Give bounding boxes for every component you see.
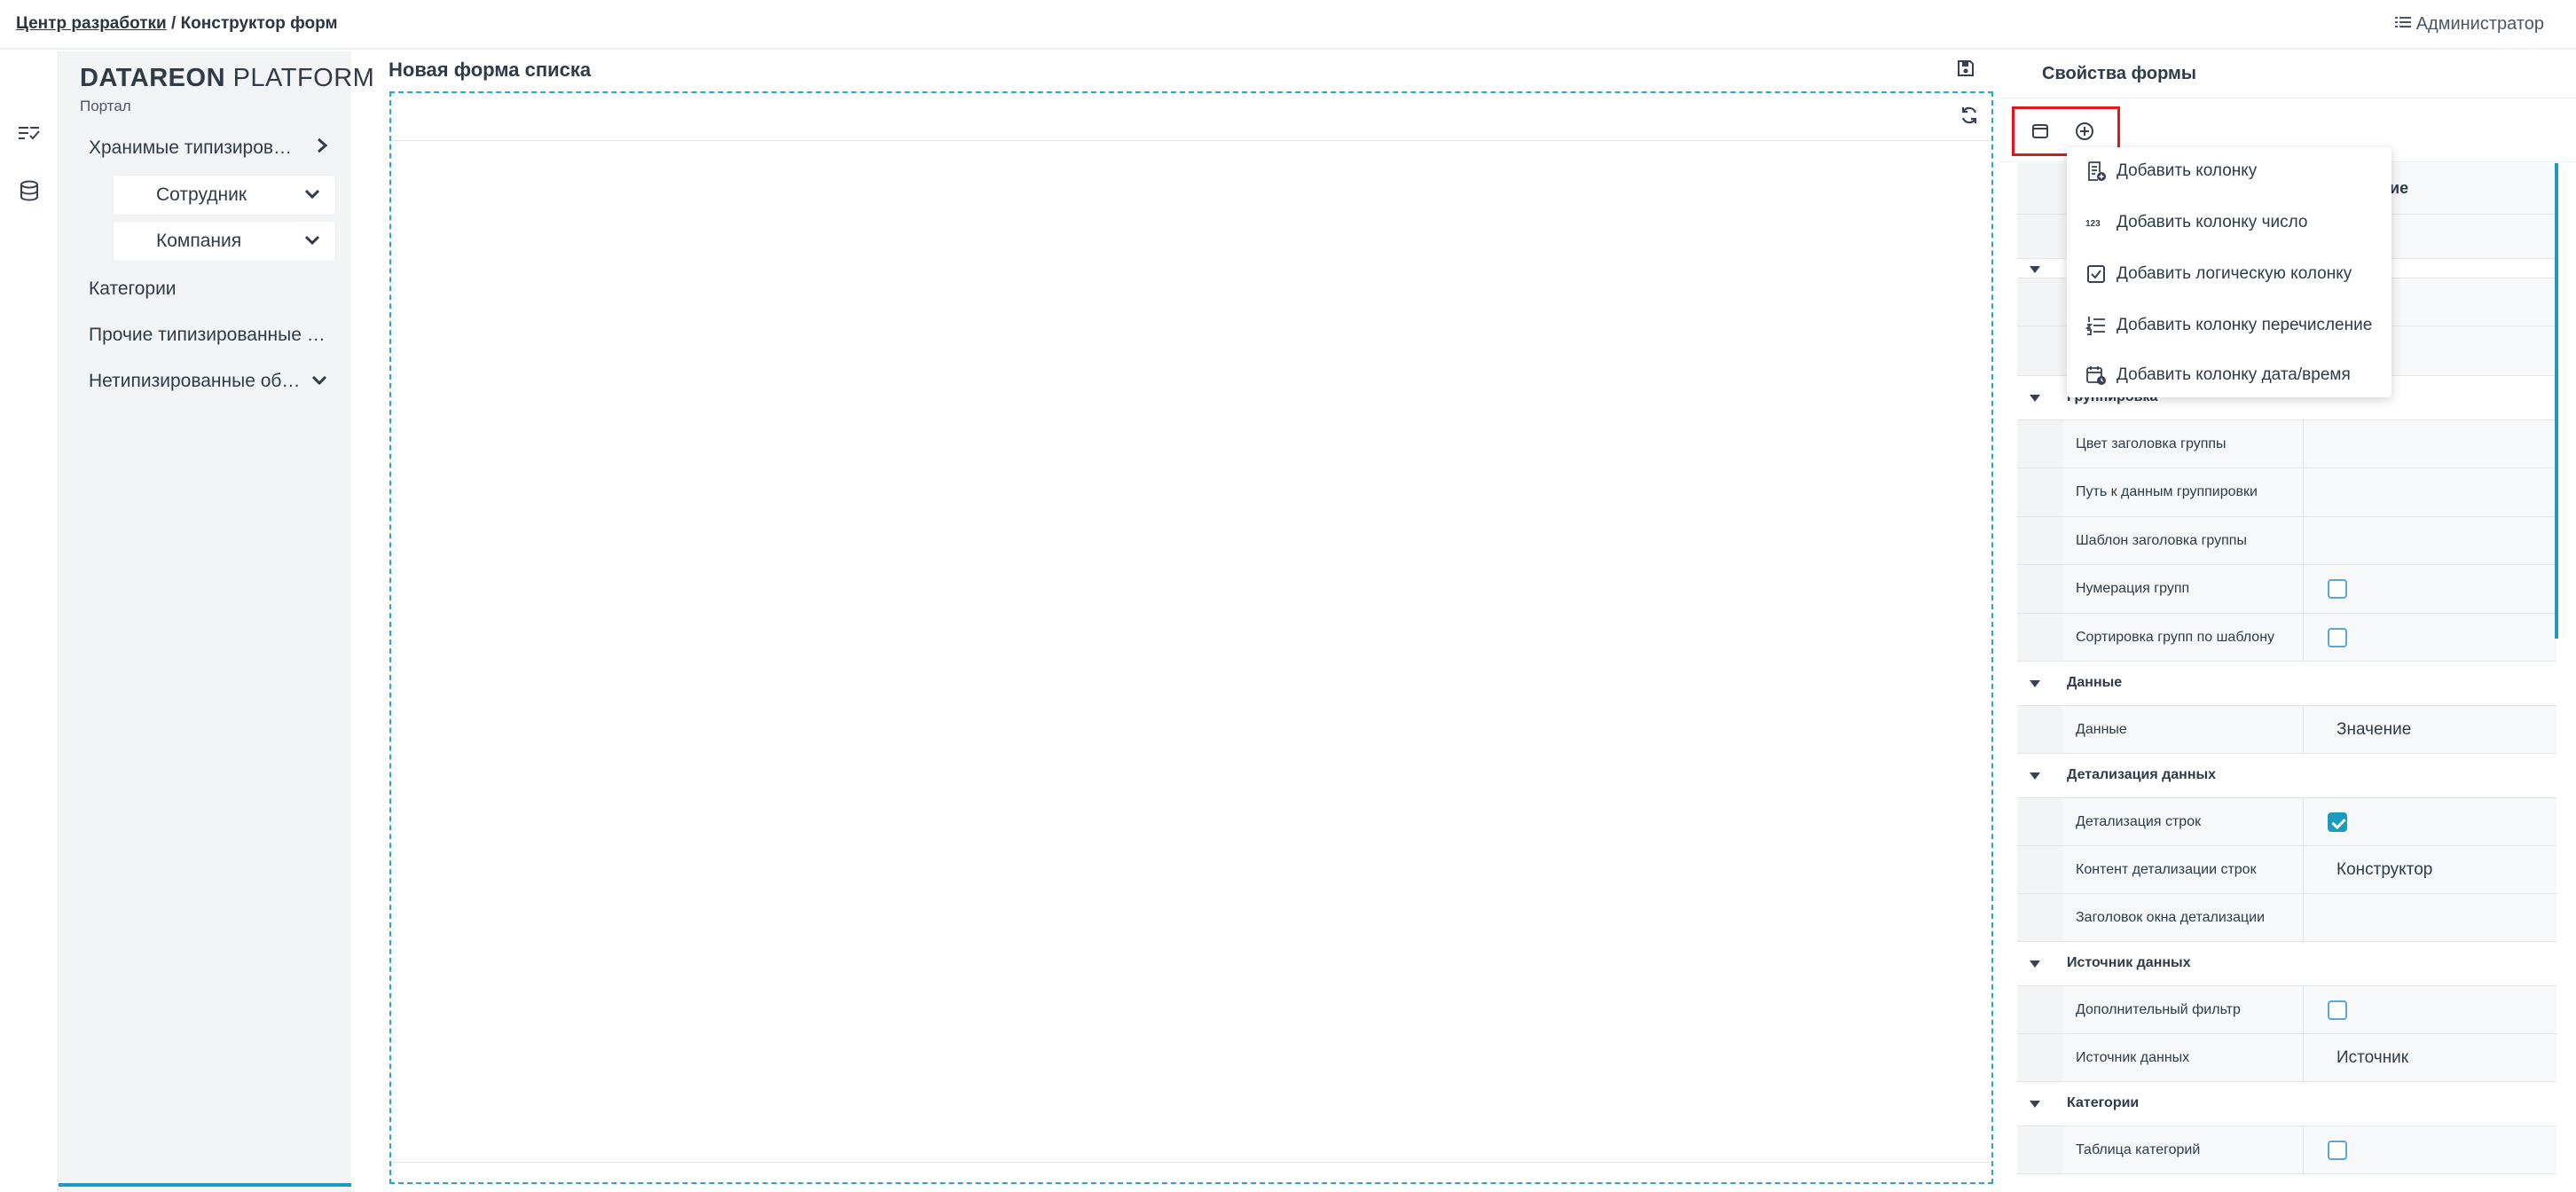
checkbox-icon [2085, 263, 2108, 286]
save-icon [1957, 59, 1975, 82]
category-data-detail: Детализация данных [2017, 754, 2556, 798]
group-numbering-checkbox[interactable] [2328, 579, 2347, 599]
canvas-toolbar [391, 93, 1991, 141]
chevron-down-icon [303, 184, 321, 206]
chevron-right-icon [316, 137, 328, 160]
row-detail-checkbox[interactable] [2328, 812, 2347, 832]
database-icon [20, 180, 39, 206]
collapse-caret-icon[interactable] [2030, 961, 2040, 968]
prop-group-header-template[interactable]: Шаблон заголовка группы [2017, 517, 2556, 565]
icon-rail [0, 51, 59, 1192]
row-detail-content-value: Конструктор [2336, 860, 2433, 879]
add-column-icon [2085, 160, 2108, 183]
user-name: Администратор [2415, 14, 2544, 34]
nav-item-other-typed[interactable]: Прочие типизированные … [89, 325, 328, 346]
collapse-caret-icon[interactable] [2030, 266, 2040, 273]
canvas-footer-divider [391, 1162, 1991, 1163]
add-column-menu-button[interactable] [2071, 120, 2098, 146]
menu-add-number-column[interactable]: 123 Добавить колонку число [2067, 199, 2391, 247]
numbered-list-icon [2085, 314, 2108, 337]
chevron-down-icon [310, 371, 328, 392]
canvas-title: Новая форма списка [389, 59, 592, 81]
properties-scrollbar[interactable] [2555, 163, 2558, 639]
group-sort-checkbox[interactable] [2328, 628, 2347, 647]
nav-item-employee[interactable]: Сотрудник [114, 176, 335, 215]
prop-data-source[interactable]: Источник данных Источник [2017, 1034, 2556, 1082]
number-123-icon: 123 [2085, 211, 2108, 234]
form-view-button[interactable] [2027, 120, 2054, 146]
database-nav-button[interactable] [14, 177, 44, 208]
nav-item-company[interactable]: Компания [114, 222, 335, 261]
checklist-icon [18, 123, 41, 145]
collapse-caret-icon[interactable] [2030, 680, 2040, 687]
prop-group-header-color[interactable]: Цвет заголовка группы [2017, 420, 2556, 468]
nav-item-categories[interactable]: Категории [89, 278, 328, 300]
list-icon [2394, 14, 2411, 35]
prop-group-sort-by-template[interactable]: Сортировка групп по шаблону [2017, 614, 2556, 662]
menu-add-boolean-column[interactable]: Добавить логическую колонку [2067, 250, 2391, 298]
data-value: Значение [2336, 720, 2412, 739]
prop-data[interactable]: Данные Значение [2017, 706, 2556, 754]
refresh-icon [1959, 106, 1979, 129]
user-menu[interactable]: Администратор [2394, 14, 2544, 35]
category-data-source: Источник данных [2017, 942, 2556, 986]
nav-item-untyped[interactable]: Нетипизированные об… [89, 371, 328, 392]
breadcrumb: Центр разработки / Конструктор форм [16, 14, 338, 34]
collapse-caret-icon[interactable] [2030, 395, 2040, 402]
grid-header-value-col: ие [2390, 179, 2409, 197]
prop-extra-filter[interactable]: Дополнительный фильтр [2017, 986, 2556, 1034]
form-design-canvas[interactable] [389, 91, 1993, 1184]
calendar-clock-icon [2085, 364, 2108, 387]
nav-sidebar: DATAREON PLATFORM Портал Хранимые типизи… [59, 51, 374, 1192]
chevron-down-icon [303, 231, 321, 252]
add-column-menu: Добавить колонку 123 Добавить колонку чи… [2067, 147, 2391, 397]
refresh-button[interactable] [1958, 106, 1981, 129]
prop-detail-window-title[interactable]: Заголовок окна детализации [2017, 894, 2556, 942]
plus-circle-icon [2075, 122, 2094, 145]
top-bar: Центр разработки / Конструктор форм Адми… [0, 0, 2576, 50]
save-button[interactable] [1954, 59, 1977, 82]
brand-subtitle: Портал [80, 98, 131, 114]
prop-category-table[interactable]: Таблица категорий [2017, 1126, 2556, 1174]
svg-text:123: 123 [2085, 219, 2101, 229]
sidebar-bottom-accent [59, 1183, 351, 1187]
prop-row-detail-content[interactable]: Контент детализации строк Конструктор [2017, 846, 2556, 894]
prop-row-detail[interactable]: Детализация строк [2017, 798, 2556, 846]
collapse-caret-icon[interactable] [2030, 772, 2040, 780]
menu-add-datetime-column[interactable]: Добавить колонку дата/время [2067, 351, 2391, 399]
brand-logo: DATAREON PLATFORM [80, 64, 375, 92]
nav-item-stored-typed[interactable]: Хранимые типизиров… [89, 137, 328, 160]
window-icon [2031, 122, 2049, 145]
prop-group-numbering[interactable]: Нумерация групп [2017, 565, 2556, 614]
properties-title: Свойства формы [2042, 64, 2196, 83]
data-source-value: Источник [2336, 1048, 2409, 1067]
category-data: Данные [2017, 662, 2556, 706]
tasks-nav-button[interactable] [14, 119, 44, 149]
breadcrumb-link-dev-center[interactable]: Центр разработки [16, 14, 167, 33]
collapse-caret-icon[interactable] [2030, 1101, 2040, 1108]
category-table-checkbox[interactable] [2328, 1141, 2347, 1160]
prop-grouping-data-path[interactable]: Путь к данным группировки [2017, 468, 2556, 517]
breadcrumb-current: Конструктор форм [180, 14, 338, 33]
menu-add-enum-column[interactable]: Добавить колонку перечисление [2067, 302, 2391, 349]
menu-add-column[interactable]: Добавить колонку [2067, 147, 2391, 195]
breadcrumb-separator: / [166, 14, 181, 33]
category-categories: Категории [2017, 1082, 2556, 1126]
extra-filter-checkbox[interactable] [2328, 1000, 2347, 1020]
